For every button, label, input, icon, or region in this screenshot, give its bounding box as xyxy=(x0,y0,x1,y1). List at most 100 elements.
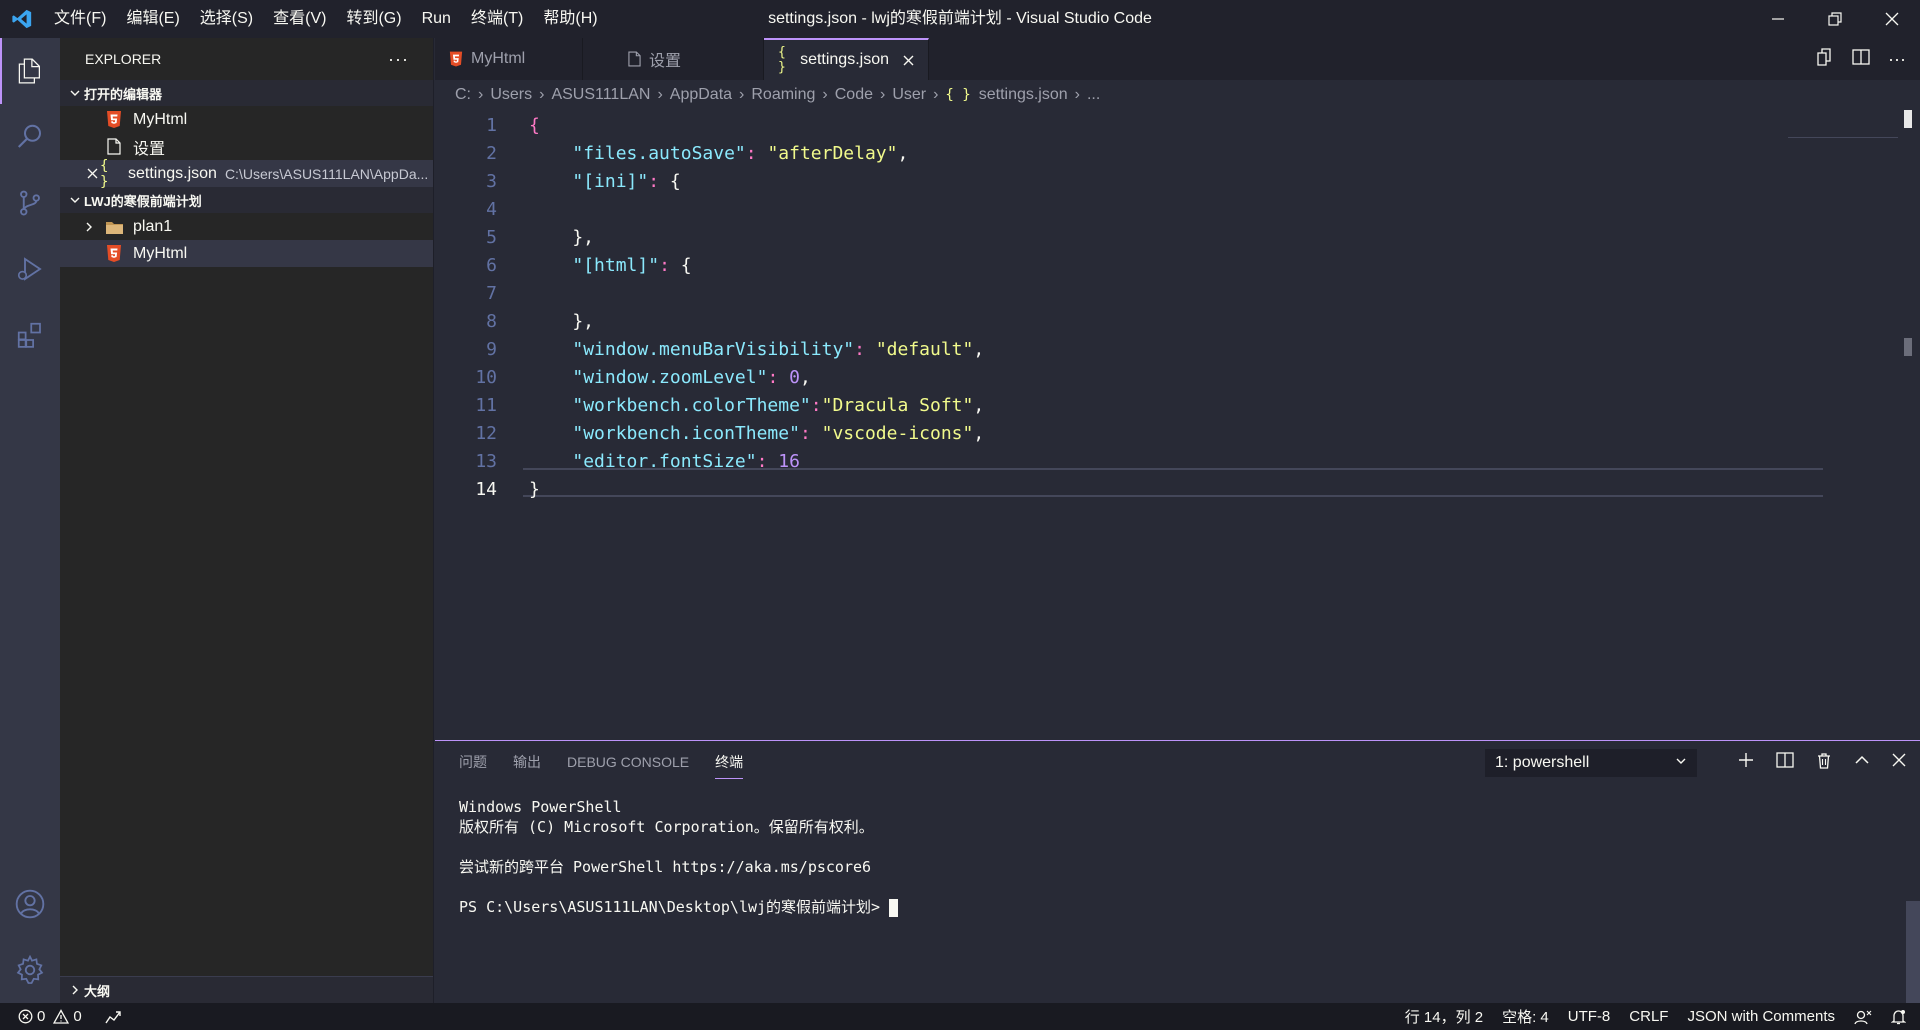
close-panel-button[interactable] xyxy=(1892,753,1906,771)
folder-plan1[interactable]: plan1 xyxy=(60,213,433,240)
outline-section[interactable]: 大纲 xyxy=(60,976,433,1003)
more-actions-icon[interactable]: ··· xyxy=(1888,49,1906,70)
terminal-scrollbar[interactable] xyxy=(1906,901,1920,1004)
gear-icon xyxy=(16,954,44,984)
restore-icon xyxy=(1827,12,1842,26)
plus-icon xyxy=(1739,753,1753,767)
menu-terminal[interactable]: 终端(T) xyxy=(461,0,533,38)
code-line: 9 "window.menuBarVisibility": "default", xyxy=(435,336,1920,364)
explorer-activity[interactable] xyxy=(0,38,60,104)
notifications-button[interactable] xyxy=(1891,1009,1906,1025)
bottom-panel: 问题 输出 DEBUG CONSOLE 终端 1: powershell Win… xyxy=(435,740,1920,1004)
source-control-activity[interactable] xyxy=(0,170,60,236)
code-token: 16 xyxy=(778,451,800,472)
menu-help[interactable]: 帮助(H) xyxy=(533,0,607,38)
status-bar: 0 0 行 14，列 2 空格: 4 UTF-8 CRLF JSON with … xyxy=(0,1003,1920,1030)
tab-label: settings.json xyxy=(800,51,889,68)
bell-icon xyxy=(1891,1009,1906,1024)
open-editor-settings-json[interactable]: { } settings.json C:\Users\ASUS111LAN\Ap… xyxy=(60,158,433,190)
accounts-activity[interactable] xyxy=(0,871,60,937)
breadcrumb-item[interactable]: AppData xyxy=(670,86,732,104)
menu-edit[interactable]: 编辑(E) xyxy=(116,0,189,38)
more-actions-icon[interactable]: ··· xyxy=(388,49,409,70)
menu-go[interactable]: 转到(G) xyxy=(336,0,411,38)
code-text: { xyxy=(529,112,540,140)
tab-label: 设置 xyxy=(649,53,682,70)
breadcrumb-item[interactable]: Code xyxy=(835,86,873,104)
breadcrumb-item[interactable]: settings.json xyxy=(979,86,1068,104)
feedback-button[interactable] xyxy=(1854,1009,1872,1025)
code-editor[interactable]: 1{2 "files.autoSave": "afterDelay", 3 "[i… xyxy=(435,110,1920,740)
code-text: "workbench.colorTheme":"Dracula Soft", xyxy=(529,392,984,420)
code-token: "files.autoSave" xyxy=(572,143,746,164)
open-editor-myhtml[interactable]: MyHtml xyxy=(60,106,433,133)
end-of-line[interactable]: CRLF xyxy=(1629,1008,1668,1025)
search-activity[interactable] xyxy=(0,104,60,170)
tab-settings[interactable]: 设置 xyxy=(614,38,764,80)
open-editor-label: settings.json xyxy=(128,164,217,182)
source-control-icon xyxy=(20,190,40,216)
workspace-section[interactable]: LWJ的寒假前端计划 xyxy=(60,187,433,213)
open-editor-path: C:\Users\ASUS111LAN\AppDa... xyxy=(224,165,429,182)
live-share-status[interactable] xyxy=(104,1009,122,1025)
run-debug-activity[interactable] xyxy=(0,236,60,302)
menu-selection[interactable]: 选择(S) xyxy=(190,0,263,38)
encoding[interactable]: UTF-8 xyxy=(1568,1008,1611,1025)
menu-file[interactable]: 文件(F) xyxy=(44,0,116,38)
close-icon xyxy=(1892,753,1906,767)
code-token: { xyxy=(529,115,540,136)
breadcrumb-item[interactable]: ... xyxy=(1087,86,1100,104)
open-editors-section[interactable]: 打开的编辑器 xyxy=(60,80,433,106)
indentation[interactable]: 空格: 4 xyxy=(1502,1006,1549,1027)
manage-activity[interactable] xyxy=(0,937,60,1003)
language-mode[interactable]: JSON with Comments xyxy=(1687,1008,1835,1025)
split-editor-icon[interactable] xyxy=(1852,48,1870,70)
maximize-panel-button[interactable] xyxy=(1854,752,1870,772)
breadcrumb-item[interactable]: C: xyxy=(455,86,471,104)
breadcrumb-item[interactable]: ASUS111LAN xyxy=(551,86,650,104)
terminal-line: 尝试新的跨平台 PowerShell https://aka.ms/pscore… xyxy=(459,858,872,876)
code-token: "default" xyxy=(875,339,974,360)
minimize-button[interactable] xyxy=(1749,0,1806,38)
close-window-button[interactable] xyxy=(1863,0,1920,38)
close-editor-icon[interactable] xyxy=(84,168,100,179)
kill-terminal-button[interactable] xyxy=(1816,752,1832,773)
breadcrumb-item[interactable]: User xyxy=(892,86,926,104)
code-text: "window.menuBarVisibility": "default", xyxy=(529,336,984,364)
cursor-position[interactable]: 行 14，列 2 xyxy=(1405,1006,1483,1027)
minimap[interactable] xyxy=(1788,110,1898,138)
extensions-activity[interactable] xyxy=(0,302,60,368)
tab-terminal[interactable]: 终端 xyxy=(715,752,744,779)
code-line: 2 "files.autoSave": "afterDelay", xyxy=(435,140,1920,168)
tab-settings-ui[interactable] xyxy=(435,38,614,80)
editor-scrollbar[interactable] xyxy=(1904,110,1912,128)
tab-problems[interactable]: 问题 xyxy=(459,752,487,772)
restore-button[interactable] xyxy=(1806,0,1863,38)
line-number: 4 xyxy=(486,199,497,220)
menu-view[interactable]: 查看(V) xyxy=(263,0,336,38)
error-icon xyxy=(18,1009,33,1024)
tab-debug-console[interactable]: DEBUG CONSOLE xyxy=(567,754,689,770)
chevron-right-icon: › xyxy=(933,86,939,103)
open-settings-ui-icon[interactable] xyxy=(1814,47,1834,71)
terminal-output[interactable]: Windows PowerShell 版权所有 (C) Microsoft Cor… xyxy=(459,797,899,917)
open-editor-settings-ui[interactable]: 设置 xyxy=(60,133,433,160)
terminal-line: Windows PowerShell xyxy=(459,798,622,816)
tab-output[interactable]: 输出 xyxy=(513,752,541,772)
terminal-select[interactable]: 1: powershell xyxy=(1485,749,1697,777)
new-terminal-button[interactable] xyxy=(1738,752,1754,772)
breadcrumb-item[interactable]: Roaming xyxy=(751,86,815,104)
split-terminal-button[interactable] xyxy=(1776,752,1794,772)
editor-tabs: MyHtml 设置 { } settings.json ··· xyxy=(435,38,1920,80)
problems-status[interactable]: 0 0 xyxy=(18,1008,82,1025)
breadcrumb-item[interactable]: Users xyxy=(490,86,532,104)
close-tab-icon[interactable] xyxy=(903,50,914,71)
menu-run[interactable]: Run xyxy=(412,0,461,38)
tab-settings-json[interactable]: { } settings.json xyxy=(764,38,929,80)
status-right: 行 14，列 2 空格: 4 UTF-8 CRLF JSON with Comm… xyxy=(1405,1006,1906,1027)
line-number: 6 xyxy=(486,255,497,276)
file-myhtml[interactable]: MyHtml xyxy=(60,240,433,267)
